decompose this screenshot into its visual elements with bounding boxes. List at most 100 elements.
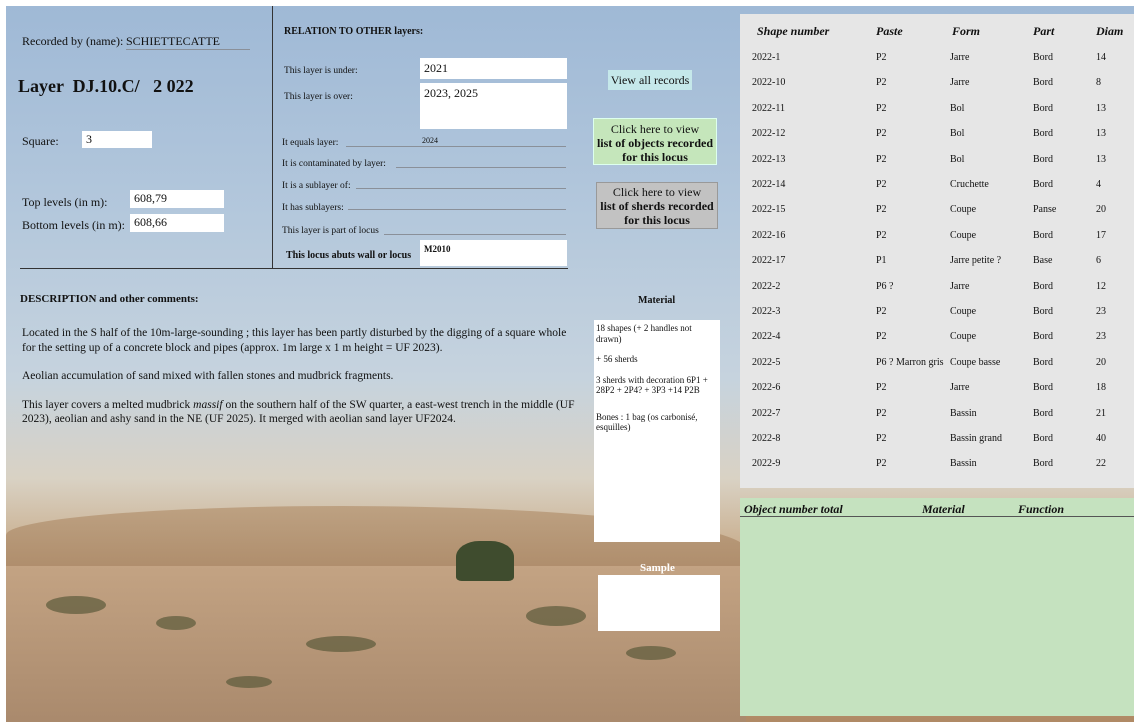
table-row[interactable]: 2022-8 P2 Bassin grand Bord 40 bbox=[740, 427, 1134, 453]
table-cell: 20 bbox=[1096, 204, 1106, 216]
recorded-by-label: Recorded by (name): bbox=[22, 34, 124, 48]
divider bbox=[20, 268, 568, 269]
table-cell: Bol bbox=[950, 128, 965, 140]
table-cell: Bassin bbox=[950, 458, 977, 470]
table-cell: 13 bbox=[1096, 153, 1106, 165]
material-line: 18 shapes (+ 2 handles not drawn) bbox=[596, 323, 692, 344]
col-header-diam: Diam bbox=[1096, 24, 1124, 38]
table-row[interactable]: 2022-16 P2 Coupe Bord 17 bbox=[740, 224, 1134, 250]
sublayer-of-label: It is a sublayer of: bbox=[282, 181, 351, 191]
table-cell: P2 bbox=[876, 458, 887, 470]
material-line: Bones : 1 bag (os carbonisé, esquilles) bbox=[596, 411, 698, 433]
table-cell: 2022-8 bbox=[752, 433, 781, 444]
material-line: + 56 sherds bbox=[596, 354, 638, 364]
table-cell: Coupe bbox=[950, 204, 977, 216]
table-cell: P2 bbox=[876, 407, 887, 419]
contaminated-label: It is contaminated by layer: bbox=[282, 159, 386, 169]
table-cell: Bord bbox=[1033, 229, 1053, 241]
table-cell: 2022-2 bbox=[752, 280, 781, 292]
table-cell: 4 bbox=[1096, 179, 1101, 190]
has-sublayers-label: It has sublayers: bbox=[282, 203, 344, 213]
table-cell: 2022-17 bbox=[752, 255, 786, 267]
table-cell: P2 bbox=[876, 77, 887, 89]
table-cell: 2022-12 bbox=[752, 128, 786, 140]
contaminated-field[interactable] bbox=[396, 167, 566, 168]
table-cell: Bassin bbox=[950, 407, 977, 419]
under-label: This layer is under: bbox=[284, 66, 358, 76]
table-cell: 17 bbox=[1096, 229, 1106, 241]
description-paragraph: This layer covers a melted mudbrick mass… bbox=[22, 398, 575, 426]
table-row[interactable]: 2022-11 P2 Bol Bord 13 bbox=[740, 97, 1134, 123]
table-cell: 12 bbox=[1096, 280, 1106, 292]
view-sherds-line2: list of sherds recorded for this locus bbox=[600, 199, 714, 227]
table-cell: P2 bbox=[876, 102, 887, 114]
table-cell: P2 bbox=[876, 128, 887, 140]
description-title: DESCRIPTION and other comments: bbox=[20, 293, 199, 305]
table-row[interactable]: 2022-2 P6 ? Jarre Bord 12 bbox=[740, 275, 1134, 301]
divider bbox=[740, 516, 1134, 517]
table-cell: 2022-6 bbox=[752, 382, 781, 394]
table-cell: P2 bbox=[876, 382, 887, 394]
table-row[interactable]: 2022-1 P2 Jarre Bord 14 bbox=[740, 46, 1134, 72]
table-cell: 8 bbox=[1096, 77, 1101, 89]
table-cell: 2022-4 bbox=[752, 331, 781, 343]
description-text[interactable]: Located in the S half of the 10m-large-s… bbox=[22, 326, 582, 427]
view-sherds-button[interactable]: Click here to view list of sherds record… bbox=[596, 182, 718, 229]
table-row[interactable]: 2022-14 P2 Cruchette Bord 4 bbox=[740, 173, 1134, 199]
table-row[interactable]: 2022-12 P2 Bol Bord 13 bbox=[740, 122, 1134, 148]
table-row[interactable]: 2022-17 P1 Jarre petite ? Base 6 bbox=[740, 249, 1134, 275]
col-header-function: Function bbox=[1018, 502, 1065, 516]
recorded-by-field[interactable]: SCHIETTECATTE bbox=[126, 34, 250, 50]
has-sublayers-field[interactable] bbox=[348, 209, 566, 210]
tree bbox=[456, 541, 514, 581]
table-row[interactable]: 2022-6 P2 Jarre Bord 18 bbox=[740, 376, 1134, 402]
table-cell: 2022-3 bbox=[752, 306, 781, 317]
sample-field[interactable] bbox=[598, 575, 720, 631]
table-cell: Jarre bbox=[950, 280, 970, 292]
table-cell: Bol bbox=[950, 153, 965, 165]
table-cell: Bassin grand bbox=[950, 433, 1002, 444]
table-cell: 13 bbox=[1096, 128, 1106, 140]
table-cell: 23 bbox=[1096, 331, 1106, 343]
under-field[interactable]: 2021 bbox=[420, 58, 567, 79]
view-objects-button[interactable]: Click here to view list of objects recor… bbox=[593, 118, 717, 165]
equals-value[interactable]: 2024 bbox=[422, 136, 438, 145]
top-levels-field[interactable]: 608,79 bbox=[130, 190, 224, 208]
bottom-levels-label: Bottom levels (in m): bbox=[22, 218, 125, 232]
table-cell: 2022-9 bbox=[752, 458, 781, 470]
table-cell: 14 bbox=[1096, 52, 1106, 63]
col-header-part: Part bbox=[1033, 24, 1055, 38]
top-levels-label: Top levels (in m): bbox=[22, 195, 108, 209]
shrub bbox=[306, 636, 376, 652]
material-field[interactable]: 18 shapes (+ 2 handles not drawn) + 56 s… bbox=[594, 320, 720, 542]
shrub bbox=[46, 596, 106, 614]
sublayer-of-field[interactable] bbox=[356, 188, 566, 189]
table-row[interactable]: 2022-10 P2 Jarre Bord 8 bbox=[740, 71, 1134, 97]
abuts-field[interactable]: M2010 bbox=[420, 240, 567, 266]
table-row[interactable]: 2022-4 P2 Coupe Bord 23 bbox=[740, 325, 1134, 351]
bottom-levels-field[interactable]: 608,66 bbox=[130, 214, 224, 232]
over-field[interactable]: 2023, 2025 bbox=[420, 83, 567, 129]
objects-table: Object number total Material Function bbox=[740, 498, 1134, 716]
table-cell: Bord bbox=[1033, 382, 1053, 394]
shrub bbox=[626, 646, 676, 660]
table-row[interactable]: 2022-5 P6 ? Marron gris Coupe basse Bord 20 bbox=[740, 351, 1134, 377]
view-objects-line2: list of objects recorded for this locus bbox=[596, 136, 714, 164]
table-cell: 2022-16 bbox=[752, 229, 786, 241]
table-row[interactable]: 2022-13 P2 Bol Bord 13 bbox=[740, 148, 1134, 174]
square-field[interactable]: 3 bbox=[82, 131, 152, 148]
table-cell: P2 bbox=[876, 331, 887, 343]
table-cell: 2022-5 bbox=[752, 356, 781, 368]
table-row[interactable]: 2022-7 P2 Bassin Bord 21 bbox=[740, 402, 1134, 428]
table-cell: Bord bbox=[1033, 331, 1053, 343]
table-cell: 6 bbox=[1096, 255, 1101, 267]
description-paragraph: Located in the S half of the 10m-large-s… bbox=[22, 327, 567, 354]
field-underline bbox=[346, 146, 566, 147]
table-cell: Jarre bbox=[950, 382, 970, 394]
view-all-records-button[interactable]: View all records bbox=[608, 70, 692, 90]
table-cell: Bord bbox=[1033, 102, 1053, 114]
table-row[interactable]: 2022-9 P2 Bassin Bord 22 bbox=[740, 452, 1134, 478]
part-of-locus-field[interactable] bbox=[384, 234, 566, 235]
table-row[interactable]: 2022-3 P2 Coupe Bord 23 bbox=[740, 300, 1134, 326]
table-row[interactable]: 2022-15 P2 Coupe Panse 20 bbox=[740, 198, 1134, 224]
